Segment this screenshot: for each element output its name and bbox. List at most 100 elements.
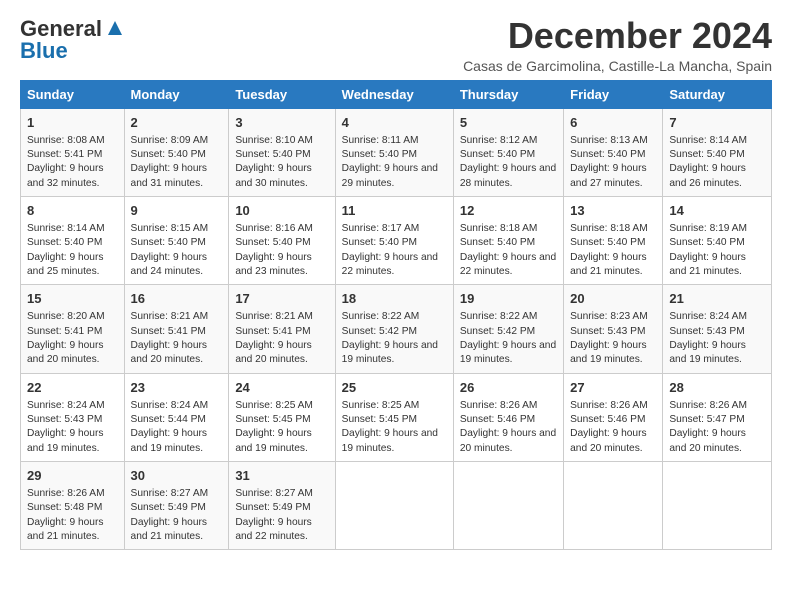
sunrise-label: Sunrise: 8:11 AM (342, 135, 419, 146)
calendar-cell: 18Sunrise: 8:22 AMSunset: 5:42 PMDayligh… (335, 285, 453, 373)
calendar-cell: 25Sunrise: 8:25 AMSunset: 5:45 PMDayligh… (335, 373, 453, 461)
day-number: 21 (669, 290, 765, 308)
calendar-cell: 13Sunrise: 8:18 AMSunset: 5:40 PMDayligh… (564, 196, 663, 284)
daylight-label: Daylight: 9 hours and 19 minutes. (460, 340, 556, 365)
calendar-cell: 5Sunrise: 8:12 AMSunset: 5:40 PMDaylight… (453, 108, 563, 196)
calendar-week-row: 22Sunrise: 8:24 AMSunset: 5:43 PMDayligh… (21, 373, 772, 461)
col-sunday: Sunday (21, 80, 125, 108)
daylight-label: Daylight: 9 hours and 32 minutes. (27, 163, 103, 188)
day-number: 10 (235, 202, 328, 220)
sunset-label: Sunset: 5:43 PM (27, 414, 102, 425)
sunset-label: Sunset: 5:40 PM (570, 149, 645, 160)
day-number: 6 (570, 114, 656, 132)
sunrise-label: Sunrise: 8:15 AM (131, 223, 209, 234)
day-number: 25 (342, 379, 447, 397)
sunrise-label: Sunrise: 8:17 AM (342, 223, 420, 234)
day-number: 12 (460, 202, 557, 220)
daylight-label: Daylight: 9 hours and 20 minutes. (460, 428, 556, 453)
daylight-label: Daylight: 9 hours and 31 minutes. (131, 163, 207, 188)
daylight-label: Daylight: 9 hours and 19 minutes. (342, 340, 438, 365)
daylight-label: Daylight: 9 hours and 22 minutes. (342, 252, 438, 277)
col-friday: Friday (564, 80, 663, 108)
sunset-label: Sunset: 5:40 PM (131, 237, 206, 248)
day-number: 7 (669, 114, 765, 132)
sunrise-label: Sunrise: 8:27 AM (235, 488, 313, 499)
sunrise-label: Sunrise: 8:26 AM (27, 488, 105, 499)
calendar-cell (335, 461, 453, 549)
day-number: 28 (669, 379, 765, 397)
sunset-label: Sunset: 5:44 PM (131, 414, 206, 425)
sunset-label: Sunset: 5:40 PM (235, 237, 310, 248)
calendar-cell (453, 461, 563, 549)
col-monday: Monday (124, 80, 229, 108)
sunrise-label: Sunrise: 8:24 AM (27, 400, 105, 411)
daylight-label: Daylight: 9 hours and 28 minutes. (460, 163, 556, 188)
calendar-cell: 6 Sunrise: 8:13 AM Sunset: 5:40 PM Daylight… (564, 108, 663, 196)
calendar-cell: 23Sunrise: 8:24 AMSunset: 5:44 PMDayligh… (124, 373, 229, 461)
sunrise-label: Sunrise: 8:20 AM (27, 311, 105, 322)
sunset-label: Sunset: 5:40 PM (235, 149, 310, 160)
sunset-label: Sunset: 5:40 PM (570, 237, 645, 248)
sunrise-label: Sunrise: 8:23 AM (570, 311, 648, 322)
day-number: 8 (27, 202, 118, 220)
calendar-week-row: 1Sunrise: 8:08 AMSunset: 5:41 PMDaylight… (21, 108, 772, 196)
calendar-cell: 31Sunrise: 8:27 AMSunset: 5:49 PMDayligh… (229, 461, 335, 549)
sunrise-label: Sunrise: 8:26 AM (669, 400, 747, 411)
daylight-label: Daylight: 9 hours and 21 minutes. (27, 517, 103, 542)
sunset-label: Sunset: 5:41 PM (131, 326, 206, 337)
sunrise-label: Sunrise: 8:25 AM (235, 400, 313, 411)
daylight-label: Daylight: 9 hours and 22 minutes. (460, 252, 556, 277)
sunrise-label: Sunrise: 8:14 AM (27, 223, 105, 234)
sunrise-label: Sunrise: 8:18 AM (460, 223, 538, 234)
sunset-label: Sunset: 5:43 PM (570, 326, 645, 337)
calendar-cell: 26Sunrise: 8:26 AMSunset: 5:46 PMDayligh… (453, 373, 563, 461)
subtitle: Casas de Garcimolina, Castille-La Mancha… (463, 58, 772, 74)
sunset-label: Sunset: 5:49 PM (131, 502, 206, 513)
sunrise-label: Sunrise: 8:21 AM (131, 311, 209, 322)
daylight-label: Daylight: 9 hours and 27 minutes. (570, 163, 646, 188)
sunset-label: Sunset: 5:40 PM (27, 237, 102, 248)
col-wednesday: Wednesday (335, 80, 453, 108)
logo-triangle-icon (104, 17, 126, 39)
daylight-label: Daylight: 9 hours and 19 minutes. (669, 340, 745, 365)
calendar-cell: 17Sunrise: 8:21 AMSunset: 5:41 PMDayligh… (229, 285, 335, 373)
calendar-cell: 1Sunrise: 8:08 AMSunset: 5:41 PMDaylight… (21, 108, 125, 196)
sunset-label: Sunset: 5:40 PM (342, 237, 417, 248)
sunrise-label: Sunrise: 8:24 AM (669, 311, 747, 322)
day-number: 19 (460, 290, 557, 308)
calendar-cell: 11Sunrise: 8:17 AMSunset: 5:40 PMDayligh… (335, 196, 453, 284)
sunset-label: Sunset: 5:47 PM (669, 414, 744, 425)
logo-blue-text: Blue (20, 38, 68, 64)
sunrise-label: Sunrise: 8:24 AM (131, 400, 209, 411)
daylight-label: Daylight: 9 hours and 30 minutes. (235, 163, 311, 188)
daylight-label: Daylight: 9 hours and 20 minutes. (669, 428, 745, 453)
logo: General Blue (20, 16, 126, 64)
daylight-label: Daylight: 9 hours and 22 minutes. (235, 517, 311, 542)
sunset-label: Sunset: 5:45 PM (342, 414, 417, 425)
sunrise-label: Sunrise: 8:25 AM (342, 400, 420, 411)
calendar-cell: 28 Sunrise: 8:26 AM Sunset: 5:47 PM Dayligh… (663, 373, 772, 461)
sunrise-label: Sunrise: 8:08 AM (27, 135, 105, 146)
col-thursday: Thursday (453, 80, 563, 108)
daylight-label: Daylight: 9 hours and 24 minutes. (131, 252, 207, 277)
col-tuesday: Tuesday (229, 80, 335, 108)
calendar-cell (564, 461, 663, 549)
daylight-label: Daylight: 9 hours and 19 minutes. (570, 340, 646, 365)
day-number: 15 (27, 290, 118, 308)
day-number: 31 (235, 467, 328, 485)
sunrise-label: Sunrise: 8:26 AM (460, 400, 538, 411)
calendar-cell: 10Sunrise: 8:16 AMSunset: 5:40 PMDayligh… (229, 196, 335, 284)
calendar-cell: 8Sunrise: 8:14 AMSunset: 5:40 PMDaylight… (21, 196, 125, 284)
daylight-label: Daylight: 9 hours and 20 minutes. (235, 340, 311, 365)
sunset-label: Sunset: 5:43 PM (669, 326, 744, 337)
day-number: 2 (131, 114, 223, 132)
sunset-label: Sunset: 5:42 PM (342, 326, 417, 337)
sunrise-label: Sunrise: 8:10 AM (235, 135, 313, 146)
sunrise-label: Sunrise: 8:13 AM (570, 135, 648, 146)
sunset-label: Sunset: 5:48 PM (27, 502, 102, 513)
sunrise-label: Sunrise: 8:22 AM (342, 311, 420, 322)
daylight-label: Daylight: 9 hours and 19 minutes. (235, 428, 311, 453)
calendar-cell: 27Sunrise: 8:26 AMSunset: 5:46 PMDayligh… (564, 373, 663, 461)
sunrise-label: Sunrise: 8:09 AM (131, 135, 209, 146)
calendar-cell: 21 Sunrise: 8:24 AM Sunset: 5:43 PM Dayligh… (663, 285, 772, 373)
